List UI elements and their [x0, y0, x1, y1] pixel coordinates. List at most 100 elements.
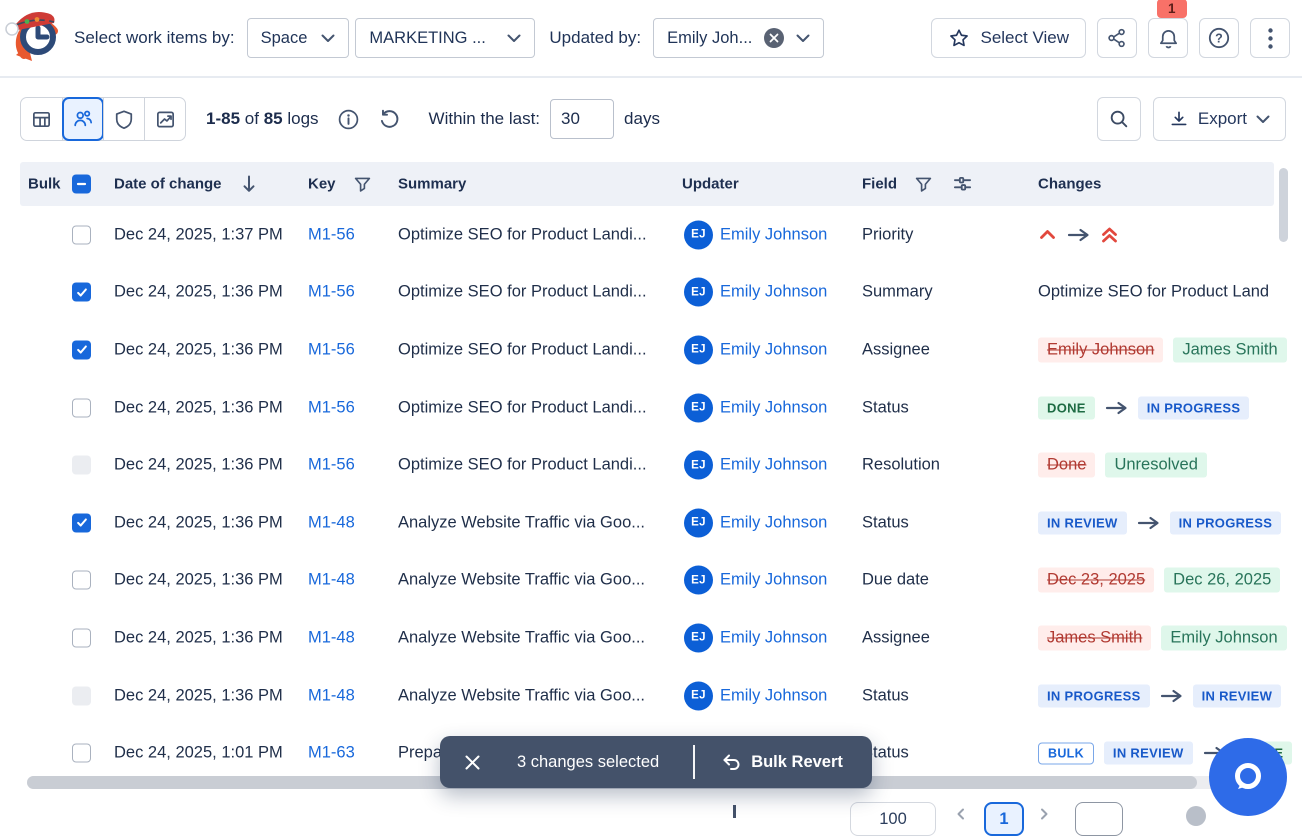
search-button[interactable] — [1097, 97, 1141, 141]
updater-avatar: EJ — [684, 393, 713, 422]
select-view-button[interactable]: Select View — [931, 18, 1086, 58]
row-key-link[interactable]: M1-48 — [308, 628, 355, 647]
filter-icon[interactable] — [914, 175, 933, 194]
bulk-selection-toast: 3 changes selected Bulk Revert — [440, 736, 872, 788]
change-to-status-badge: IN REVIEW — [1193, 684, 1282, 707]
notifications-button[interactable]: 1 — [1148, 18, 1188, 58]
scope-dropdown[interactable]: Space — [247, 18, 350, 58]
row-updater-link[interactable]: Emily Johnson — [720, 283, 827, 302]
bulk-select-all-checkbox[interactable] — [72, 175, 91, 194]
row-key-link[interactable]: M1-56 — [308, 398, 355, 417]
table-view-button[interactable] — [21, 98, 62, 140]
export-button[interactable]: Export — [1153, 97, 1286, 141]
change-from-status-badge: IN PROGRESS — [1038, 684, 1150, 707]
help-button[interactable]: ? — [1199, 18, 1239, 58]
table-row: Dec 24, 2025, 1:36 PM M1-56 Optimize SEO… — [20, 264, 1302, 322]
goto-page-input[interactable] — [1075, 802, 1123, 836]
row-key-link[interactable]: M1-48 — [308, 571, 355, 590]
priority-high-icon — [1038, 228, 1057, 242]
row-field: Summary — [862, 283, 933, 302]
refresh-button[interactable] — [378, 108, 401, 131]
updater-avatar: EJ — [684, 566, 713, 595]
updater-view-button[interactable] — [62, 98, 103, 140]
row-field: Status — [862, 398, 909, 417]
current-page-button[interactable]: 1 — [984, 802, 1024, 836]
row-summary: Analyze Website Traffic via Goo... — [398, 513, 645, 532]
row-key-link[interactable]: M1-56 — [308, 340, 355, 359]
row-checkbox[interactable] — [72, 744, 91, 763]
row-updater-link[interactable]: Emily Johnson — [720, 628, 827, 647]
field-settings-sliders-icon[interactable] — [952, 174, 973, 195]
row-field: Priority — [862, 225, 913, 244]
priority-highest-icon — [1100, 226, 1119, 243]
row-checkbox[interactable] — [72, 340, 91, 359]
next-page-icon[interactable] — [1038, 808, 1050, 820]
row-key-link[interactable]: M1-48 — [308, 513, 355, 532]
filter-icon[interactable] — [353, 175, 372, 194]
row-updater-link[interactable]: Emily Johnson — [720, 513, 827, 532]
project-dropdown[interactable]: MARKETING ... — [355, 18, 535, 58]
bulk-change-badge: BULK — [1038, 742, 1094, 764]
updater-avatar: EJ — [684, 278, 713, 307]
row-summary: Analyze Website Traffic via Goo... — [398, 686, 645, 705]
row-checkbox[interactable] — [72, 571, 91, 590]
row-key-link[interactable]: M1-56 — [308, 225, 355, 244]
shield-view-button[interactable] — [103, 98, 144, 140]
row-key-link[interactable]: M1-63 — [308, 744, 355, 763]
row-updater-link[interactable]: Emily Johnson — [720, 456, 827, 475]
row-date: Dec 24, 2025, 1:36 PM — [114, 686, 283, 705]
row-checkbox[interactable] — [72, 628, 91, 647]
bulk-revert-button[interactable]: Bulk Revert — [721, 753, 843, 772]
row-key-link[interactable]: M1-56 — [308, 456, 355, 475]
log-table-body: Dec 24, 2025, 1:37 PM M1-56 Optimize SEO… — [20, 206, 1302, 776]
row-date: Dec 24, 2025, 1:01 PM — [114, 744, 283, 763]
row-checkbox — [72, 686, 91, 705]
more-menu-button[interactable] — [1250, 18, 1290, 58]
speech-bubble-magnifier-icon — [1228, 757, 1268, 797]
previous-page-icon[interactable] — [955, 808, 967, 820]
change-arrow-icon — [1067, 227, 1090, 242]
column-key[interactable]: Key — [308, 175, 372, 194]
pagination-label-fragment — [733, 805, 736, 818]
sort-descending-icon[interactable] — [241, 175, 257, 194]
info-button[interactable] — [337, 108, 360, 131]
row-updater-link[interactable]: Emily Johnson — [720, 225, 827, 244]
row-updater-link[interactable]: Emily Johnson — [720, 398, 827, 417]
close-toast-button[interactable] — [464, 754, 481, 771]
row-key-link[interactable]: M1-48 — [308, 686, 355, 705]
row-summary: Optimize SEO for Product Landi... — [398, 456, 647, 475]
row-summary: Analyze Website Traffic via Goo... — [398, 571, 645, 590]
column-field[interactable]: Field — [862, 174, 973, 195]
per-page-select[interactable]: 100 — [850, 802, 936, 836]
vertical-scrollbar-thumb[interactable] — [1279, 168, 1288, 242]
column-changes: Changes — [1038, 176, 1101, 193]
days-input[interactable] — [550, 99, 614, 139]
row-updater-link[interactable]: Emily Johnson — [720, 340, 827, 359]
updater-filter-chip[interactable]: Emily Joh... — [653, 18, 824, 58]
row-checkbox[interactable] — [72, 283, 91, 302]
change-old-value: Done — [1038, 453, 1095, 478]
change-new-value: Emily Johnson — [1161, 625, 1286, 650]
row-key-link[interactable]: M1-56 — [308, 283, 355, 302]
table-row: Dec 24, 2025, 1:36 PM M1-56 Optimize SEO… — [20, 436, 1302, 494]
days-unit-label: days — [624, 109, 660, 129]
clock-history-logo-icon — [2, 5, 68, 71]
clear-filter-icon[interactable] — [764, 28, 784, 48]
row-checkbox[interactable] — [72, 398, 91, 417]
row-updater-link[interactable]: Emily Johnson — [720, 571, 827, 590]
row-checkbox[interactable] — [72, 225, 91, 244]
app-logo — [2, 5, 68, 71]
change-arrow-icon — [1160, 688, 1183, 703]
row-date: Dec 24, 2025, 1:37 PM — [114, 225, 283, 244]
share-button[interactable] — [1097, 18, 1137, 58]
selection-count-text: 3 changes selected — [517, 753, 659, 772]
star-icon — [948, 27, 970, 49]
row-checkbox[interactable] — [72, 513, 91, 532]
svg-text:?: ? — [1215, 31, 1223, 45]
change-to-status-badge: IN PROGRESS — [1170, 511, 1282, 534]
column-date[interactable]: Date of change — [114, 175, 257, 194]
floating-help-button[interactable] — [1209, 738, 1287, 816]
chart-view-button[interactable] — [144, 98, 185, 140]
toast-divider — [693, 745, 695, 779]
row-updater-link[interactable]: Emily Johnson — [720, 686, 827, 705]
